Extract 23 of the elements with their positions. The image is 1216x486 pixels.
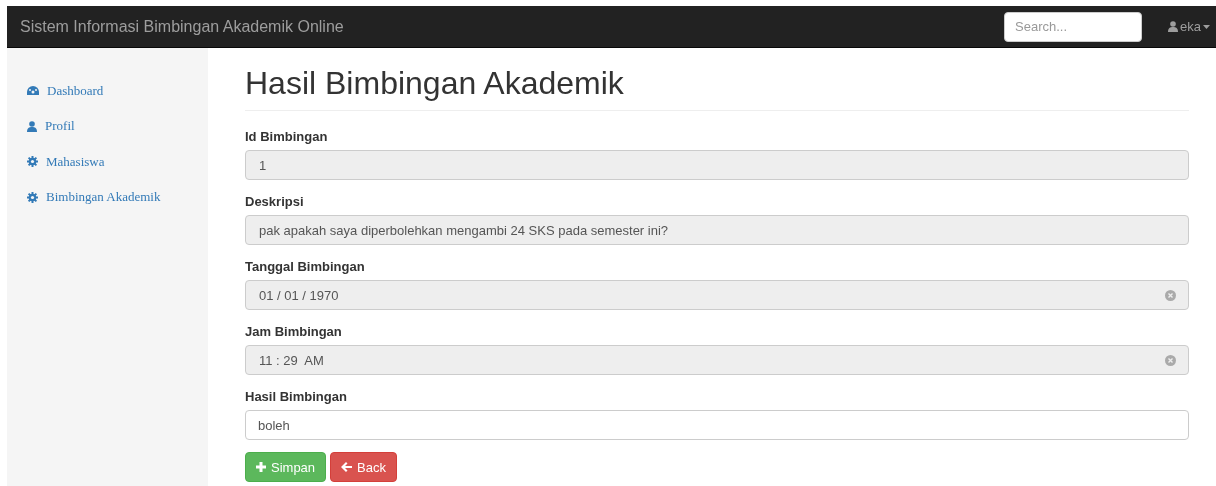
field-label: Hasil Bimbingan [245, 389, 348, 404]
field-label: Id Bimbingan [245, 129, 329, 144]
plus-icon [256, 462, 266, 472]
back-button[interactable]: Back [330, 452, 397, 482]
gear-icon [27, 156, 38, 168]
user-icon [1168, 21, 1179, 32]
search-field[interactable]: Search... [1004, 11, 1143, 42]
app-title[interactable]: Sistem Informasi Bimbingan Akademik Online [20, 17, 1005, 36]
caret-icon [1203, 24, 1210, 29]
input-field[interactable]: boleh [245, 410, 1189, 440]
gear-icon [27, 191, 38, 203]
sidebar-item[interactable]: Bimbingan Akademik [7, 179, 208, 215]
sidebar-item[interactable]: Mahasiswa [7, 144, 208, 180]
page-title: Hasil Bimbingan Akademik [245, 65, 1189, 111]
field-label: Tanggal Bimbingan [245, 259, 366, 274]
sidebar-item[interactable]: Profil [7, 108, 208, 144]
arrow-left-icon [341, 462, 353, 472]
user-menu[interactable]: eka [1168, 19, 1210, 34]
field-label: Deskripsi [245, 194, 305, 209]
dashboard-icon [27, 85, 39, 96]
field-label: Jam Bimbingan [245, 324, 343, 339]
user-icon [27, 120, 37, 132]
sidebar-item[interactable]: Dashboard [7, 73, 208, 109]
